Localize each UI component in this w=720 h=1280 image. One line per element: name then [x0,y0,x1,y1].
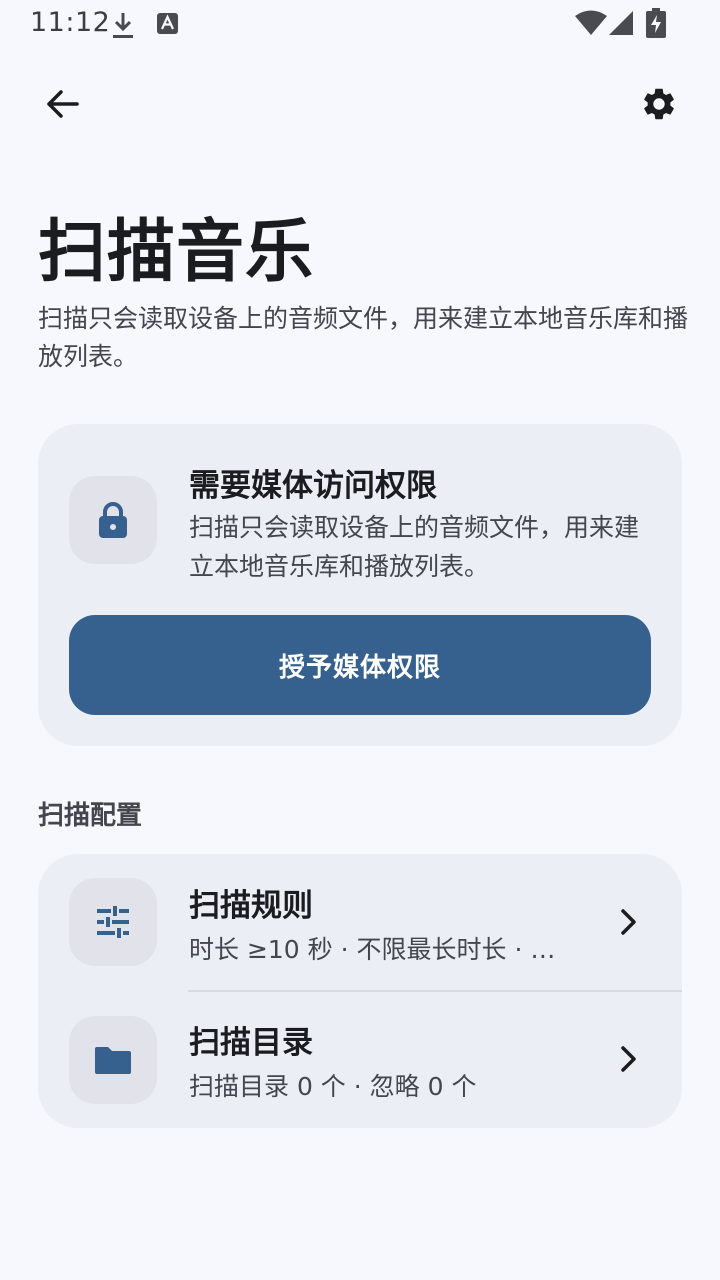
permission-card: 需要媒体访问权限 扫描只会读取设备上的音频文件，用来建立本地音乐库和播放列表。 … [38,424,682,746]
chevron-right-icon [621,909,636,935]
battery-charging-icon [646,8,666,38]
status-time: 11:12 [30,7,111,38]
chevron-right-icon [621,1046,636,1072]
status-bar: 11:12 [0,0,720,48]
scan-rules-item[interactable]: 扫描规则 时长 ≥10 秒 · 不限最长时长 · 不限文件大小 [38,854,682,992]
page-title: 扫描音乐 [38,213,315,292]
gear-icon [644,88,674,120]
scan-directories-title: 扫描目录 [189,1025,313,1061]
section-title-scan-config: 扫描配置 [38,801,143,831]
scan-rules-subtitle: 时长 ≥10 秒 · 不限最长时长 · 不限文件大小 [189,935,579,964]
download-icon [113,13,133,38]
folder-icon [95,1047,131,1074]
arrow-left-icon [47,90,79,118]
permission-icon-box [69,476,157,564]
tune-sliders-icon [97,906,129,938]
lock-icon [99,502,127,538]
scan-directories-item[interactable]: 扫描目录 扫描目录 0 个 · 忽略 0 个 [38,991,682,1128]
settings-button[interactable] [633,78,685,130]
grant-media-permission-button[interactable]: 授予媒体权限 [69,615,651,715]
signal-icon [609,11,633,35]
back-button[interactable] [36,78,88,130]
text-a-icon [157,13,178,34]
scan-music-screen: 11:12 扫描音乐 扫描只会读取设备上的音频文件，用来建立本地音乐库和播放列表… [0,0,720,1280]
wifi-icon [575,10,607,35]
scan-rules-title: 扫描规则 [189,888,313,924]
scan-rules-icon-box [69,878,157,966]
permission-description: 扫描只会读取设备上的音频文件，用来建立本地音乐库和播放列表。 [189,513,640,581]
scan-directories-subtitle: 扫描目录 0 个 · 忽略 0 个 [189,1072,477,1101]
permission-title: 需要媒体访问权限 [189,468,437,504]
scan-config-card: 扫描规则 时长 ≥10 秒 · 不限最长时长 · 不限文件大小 扫描目录 扫描目… [38,854,682,1128]
page-description: 扫描只会读取设备上的音频文件，用来建立本地音乐库和播放列表。 [38,304,689,371]
scan-directories-icon-box [69,1016,157,1104]
